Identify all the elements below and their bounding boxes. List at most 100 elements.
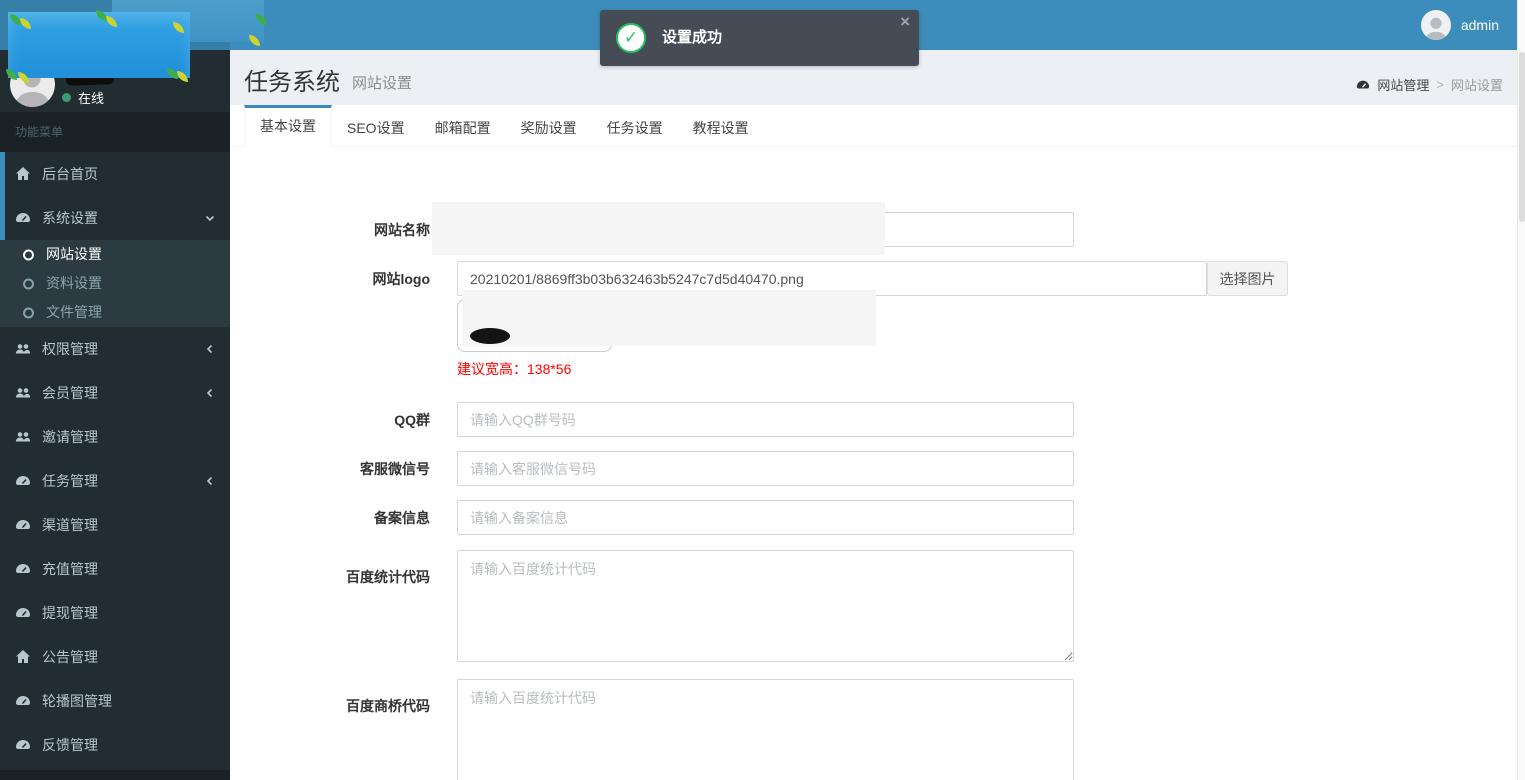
breadcrumb: 网站管理 > 网站设置: [1356, 75, 1503, 94]
censored-region: [8, 12, 190, 78]
tab-basic-settings[interactable]: 基本设置: [244, 105, 332, 147]
sidebar-item-dashboard-home[interactable]: 后台首页: [0, 152, 230, 196]
sidebar-item-label: 充值管理: [42, 547, 98, 591]
sidebar-subitem-label: 资料设置: [46, 269, 102, 298]
icp-input[interactable]: [457, 500, 1074, 535]
tab-task-settings[interactable]: 任务设置: [592, 105, 678, 147]
baidu-stats-textarea[interactable]: [457, 550, 1074, 662]
sidebar-menu-header: 功能菜单: [0, 112, 230, 152]
sidebar-subitem-file-management[interactable]: 文件管理: [0, 298, 230, 327]
sidebar-item-label: 公告管理: [42, 635, 98, 679]
sidebar-item-channel-management[interactable]: 渠道管理: [0, 503, 230, 547]
sidebar-item-recharge-management[interactable]: 充值管理: [0, 547, 230, 591]
leaf-decoration: [167, 68, 178, 79]
circle-o-icon: [22, 306, 35, 319]
censored-region: [462, 290, 876, 346]
tab-seo-settings[interactable]: SEO设置: [332, 105, 420, 147]
settings-panel: 基本设置 SEO设置 邮箱配置 奖励设置 任务设置 教程设置 网站名称 网站lo…: [230, 105, 1517, 780]
dashboard-icon: [15, 561, 31, 577]
wechat-label: 客服微信号: [297, 459, 430, 479]
sidebar-item-invite-management[interactable]: 邀请管理: [0, 415, 230, 459]
sidebar-item-feedback-management[interactable]: 反馈管理: [0, 723, 230, 767]
page-title: 任务系统: [244, 62, 340, 97]
wechat-input[interactable]: [457, 451, 1074, 486]
site-name-label: 网站名称: [297, 220, 430, 240]
sidebar-submenu-system: 网站设置 资料设置 文件管理: [0, 240, 230, 327]
scrollbar-thumb[interactable]: [1519, 52, 1525, 222]
chevron-left-icon: [204, 343, 216, 355]
sidebar-item-label: 系统设置: [42, 196, 98, 240]
tab-email-config[interactable]: 邮箱配置: [420, 105, 506, 147]
sidebar-subitem-label: 文件管理: [46, 298, 102, 327]
dashboard-icon: [15, 693, 31, 709]
users-icon: [15, 429, 31, 445]
user-menu[interactable]: admin: [1421, 0, 1499, 50]
basic-settings-form: 网站名称 网站logo 选择图片 建议宽高：138*56 QQ群 客服微信号 备…: [230, 147, 1517, 780]
sidebar-item-announcement-management[interactable]: 公告管理: [0, 635, 230, 679]
choose-image-button[interactable]: 选择图片: [1207, 261, 1288, 296]
circle-o-icon: [22, 248, 35, 261]
toast-close-icon[interactable]: ×: [900, 13, 910, 30]
dashboard-icon: [15, 517, 31, 533]
sidebar: 在线 功能菜单 后台首页 系统设置 网站设置 资料设置 文件管理: [0, 50, 230, 780]
user-avatar-icon: [1421, 10, 1451, 40]
settings-tabs: 基本设置 SEO设置 邮箱配置 奖励设置 任务设置 教程设置: [230, 105, 1517, 147]
leaf-decoration: [20, 18, 31, 29]
dashboard-icon: [15, 605, 31, 621]
sidebar-item-label: 轮播图管理: [42, 679, 112, 723]
tab-reward-settings[interactable]: 奖励设置: [506, 105, 592, 147]
censored-region: [432, 202, 885, 255]
sidebar-item-permission-management[interactable]: 权限管理: [0, 327, 230, 371]
sidebar-item-carousel-management[interactable]: 轮播图管理: [0, 679, 230, 723]
dashboard-icon: [15, 737, 31, 753]
icp-label: 备案信息: [297, 508, 430, 528]
sidebar-item-label: 反馈管理: [42, 723, 98, 767]
sidebar-item-label: 邀请管理: [42, 415, 98, 459]
tab-tutorial-settings[interactable]: 教程设置: [678, 105, 764, 147]
leaf-decoration: [173, 22, 184, 33]
users-icon: [15, 341, 31, 357]
page-subtitle: 网站设置: [352, 72, 412, 93]
users-icon: [15, 385, 31, 401]
dashboard-icon: [1356, 78, 1370, 92]
sidebar-bottom-strip: [0, 770, 230, 780]
sidebar-item-member-management[interactable]: 会员管理: [0, 371, 230, 415]
sidebar-subitem-profile-settings[interactable]: 资料设置: [0, 269, 230, 298]
chevron-left-icon: [204, 387, 216, 399]
online-status-label: 在线: [78, 88, 104, 107]
sidebar-item-label: 权限管理: [42, 327, 98, 371]
home-icon: [15, 649, 31, 665]
site-logo-label: 网站logo: [297, 269, 430, 289]
breadcrumb-current: 网站设置: [1451, 75, 1503, 94]
sidebar-subitem-site-settings[interactable]: 网站设置: [0, 240, 230, 269]
success-check-icon: ✓: [616, 23, 646, 53]
qq-group-input[interactable]: [457, 402, 1074, 437]
logo-size-hint: 建议宽高：138*56: [457, 359, 571, 379]
sidebar-item-label: 渠道管理: [42, 503, 98, 547]
sidebar-subitem-label: 网站设置: [46, 240, 102, 269]
baidu-bridge-textarea[interactable]: [457, 679, 1074, 780]
username-label: admin: [1461, 17, 1499, 33]
sidebar-item-label: 后台首页: [42, 152, 98, 196]
sidebar-item-label: 任务管理: [42, 459, 98, 503]
sidebar-item-task-management[interactable]: 任务管理: [0, 459, 230, 503]
dashboard-icon: [15, 210, 31, 226]
chevron-left-icon: [204, 475, 216, 487]
chevron-down-icon: [204, 212, 216, 224]
dashboard-icon: [15, 473, 31, 489]
qq-group-label: QQ群: [297, 410, 430, 430]
sidebar-item-system-settings[interactable]: 系统设置: [0, 196, 230, 240]
baidu-stats-label: 百度统计代码: [297, 567, 430, 587]
breadcrumb-separator: >: [1436, 77, 1444, 92]
circle-o-icon: [22, 277, 35, 290]
censored-logo-fragment: [470, 328, 510, 344]
sidebar-item-withdraw-management[interactable]: 提现管理: [0, 591, 230, 635]
leaf-decoration: [106, 16, 117, 27]
toast-notification: ✓ 设置成功 ×: [600, 10, 919, 66]
home-icon: [15, 166, 31, 182]
sidebar-menu: 后台首页 系统设置 网站设置 资料设置 文件管理 权限管理: [0, 152, 230, 767]
page-scrollbar[interactable]: [1517, 0, 1525, 780]
online-status-dot: [62, 93, 71, 102]
sidebar-item-label: 提现管理: [42, 591, 98, 635]
breadcrumb-section[interactable]: 网站管理: [1377, 75, 1429, 94]
